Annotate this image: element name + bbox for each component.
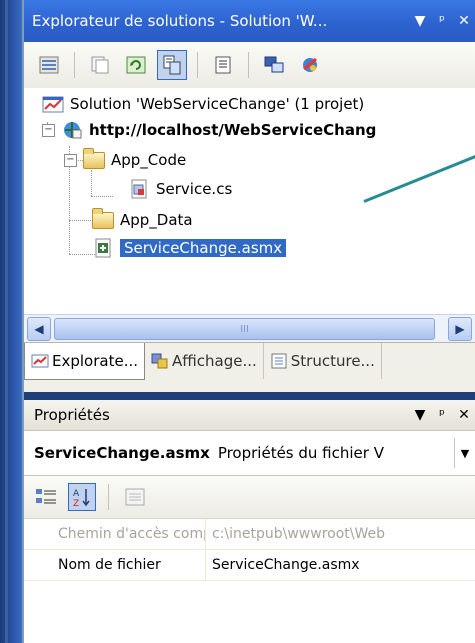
tree-node-service-cs[interactable]: Service.cs xyxy=(128,177,232,201)
tree-node-project[interactable]: − http://localhost/WebServiceChang xyxy=(42,118,376,142)
properties-icon[interactable] xyxy=(34,50,64,80)
tree-node-solution[interactable]: Solution 'WebServiceChange' (1 projet) xyxy=(42,92,364,116)
tool-panel: Explorateur de solutions - Solution 'W..… xyxy=(22,0,475,643)
property-pages-icon[interactable] xyxy=(121,483,149,511)
csharp-file-icon xyxy=(128,179,150,199)
asmx-file-icon xyxy=(92,238,114,258)
properties-title: Propriétés xyxy=(34,406,110,424)
project-label: http://localhost/WebServiceChang xyxy=(89,121,377,139)
scroll-right-icon[interactable]: ▶ xyxy=(448,317,472,341)
collapse-icon[interactable]: − xyxy=(64,153,77,167)
object-name: ServiceChange.asmx xyxy=(34,444,210,462)
view-class-diagram-icon[interactable] xyxy=(157,50,187,80)
auto-hide-pin-icon[interactable]: ᵖ xyxy=(431,407,453,423)
tab-label: Structure... xyxy=(290,352,375,370)
chevron-down-icon[interactable]: ▼ xyxy=(454,438,475,468)
property-row-file-name[interactable]: Nom de fichier ServiceChange.asmx xyxy=(24,550,475,581)
solution-explorer-title: Explorateur de solutions - Solution 'W..… xyxy=(32,12,328,30)
solution-label: Solution 'WebServiceChange' (1 projet) xyxy=(70,95,365,113)
scroll-left-icon[interactable]: ◀ xyxy=(27,317,51,341)
tab-document-outline[interactable]: Structure... xyxy=(264,343,382,379)
solution-tree: Solution 'WebServiceChange' (1 projet) −… xyxy=(24,88,475,314)
folder-open-icon xyxy=(83,147,105,170)
view-code-icon[interactable] xyxy=(208,50,238,80)
panel-gap xyxy=(24,392,475,400)
property-value: c:\inetpub\wwwroot\Web xyxy=(212,526,386,542)
document-outline-icon xyxy=(270,353,288,369)
property-value[interactable]: ServiceChange.asmx xyxy=(206,550,475,580)
solution-explorer-titlebar[interactable]: Explorateur de solutions - Solution 'W..… xyxy=(24,0,475,42)
close-icon[interactable]: ✕ xyxy=(453,407,475,423)
property-row-full-path[interactable]: Chemin d'accès comp c:\inetpub\wwwroot\W… xyxy=(24,519,475,550)
selected-file-label: ServiceChange.asmx xyxy=(120,239,287,257)
tab-label: Affichage... xyxy=(172,352,257,370)
tab-class-view[interactable]: Affichage... xyxy=(145,343,264,379)
solution-explorer-icon xyxy=(31,353,49,369)
service-cs-label: Service.cs xyxy=(156,180,233,198)
horizontal-scrollbar[interactable]: ◀ III ▶ xyxy=(24,314,475,343)
properties-titlebar[interactable]: Propriétés ▼ ᵖ ✕ xyxy=(24,400,475,431)
property-grid: Chemin d'accès comp c:\inetpub\wwwroot\W… xyxy=(24,519,475,581)
properties-window: Propriétés ▼ ᵖ ✕ ServiceChange.asmx Prop… xyxy=(24,400,475,643)
tree-node-app-code[interactable]: − App_Code xyxy=(64,147,187,172)
solution-explorer-toolbar xyxy=(24,42,475,89)
window-position-dropdown-icon[interactable]: ▼ xyxy=(409,407,431,423)
tab-label: Explorate... xyxy=(52,352,138,370)
auto-hide-pin-icon[interactable]: ᵖ xyxy=(431,13,453,29)
asp-net-configuration-icon[interactable] xyxy=(295,50,325,80)
web-project-icon xyxy=(61,120,83,140)
solution-icon xyxy=(42,94,64,114)
copy-website-icon[interactable] xyxy=(259,50,289,80)
property-name: Nom de fichier xyxy=(24,550,206,580)
object-type: Propriétés du fichier V xyxy=(217,444,384,462)
folder-icon xyxy=(92,207,114,230)
svg-text:A: A xyxy=(73,489,80,499)
show-all-files-icon[interactable] xyxy=(85,50,115,80)
window-position-dropdown-icon[interactable]: ▼ xyxy=(409,13,431,29)
refresh-icon[interactable] xyxy=(121,50,151,80)
class-view-icon xyxy=(151,353,169,369)
app-data-label: App_Data xyxy=(120,211,193,229)
explorer-tab-strip: Explorate... Affichage... Structure... xyxy=(24,342,475,393)
properties-toolbar: AZ xyxy=(24,476,475,519)
close-icon[interactable]: ✕ xyxy=(453,13,475,29)
tab-solution-explorer[interactable]: Explorate... xyxy=(24,343,145,380)
collapse-icon[interactable]: − xyxy=(42,123,55,137)
svg-text:Z: Z xyxy=(73,499,79,508)
scroll-thumb[interactable]: III xyxy=(54,318,435,340)
alphabetical-icon[interactable]: AZ xyxy=(68,483,96,511)
property-name: Chemin d'accès comp xyxy=(24,519,206,549)
tree-node-app-data[interactable]: App_Data xyxy=(92,207,193,232)
tree-node-service-change-asmx[interactable]: ServiceChange.asmx xyxy=(92,236,287,260)
app-code-label: App_Code xyxy=(111,151,187,169)
properties-object-selector[interactable]: ServiceChange.asmx Propriétés du fichier… xyxy=(24,431,475,476)
background-strip xyxy=(0,0,22,643)
categorized-icon[interactable] xyxy=(32,483,60,511)
